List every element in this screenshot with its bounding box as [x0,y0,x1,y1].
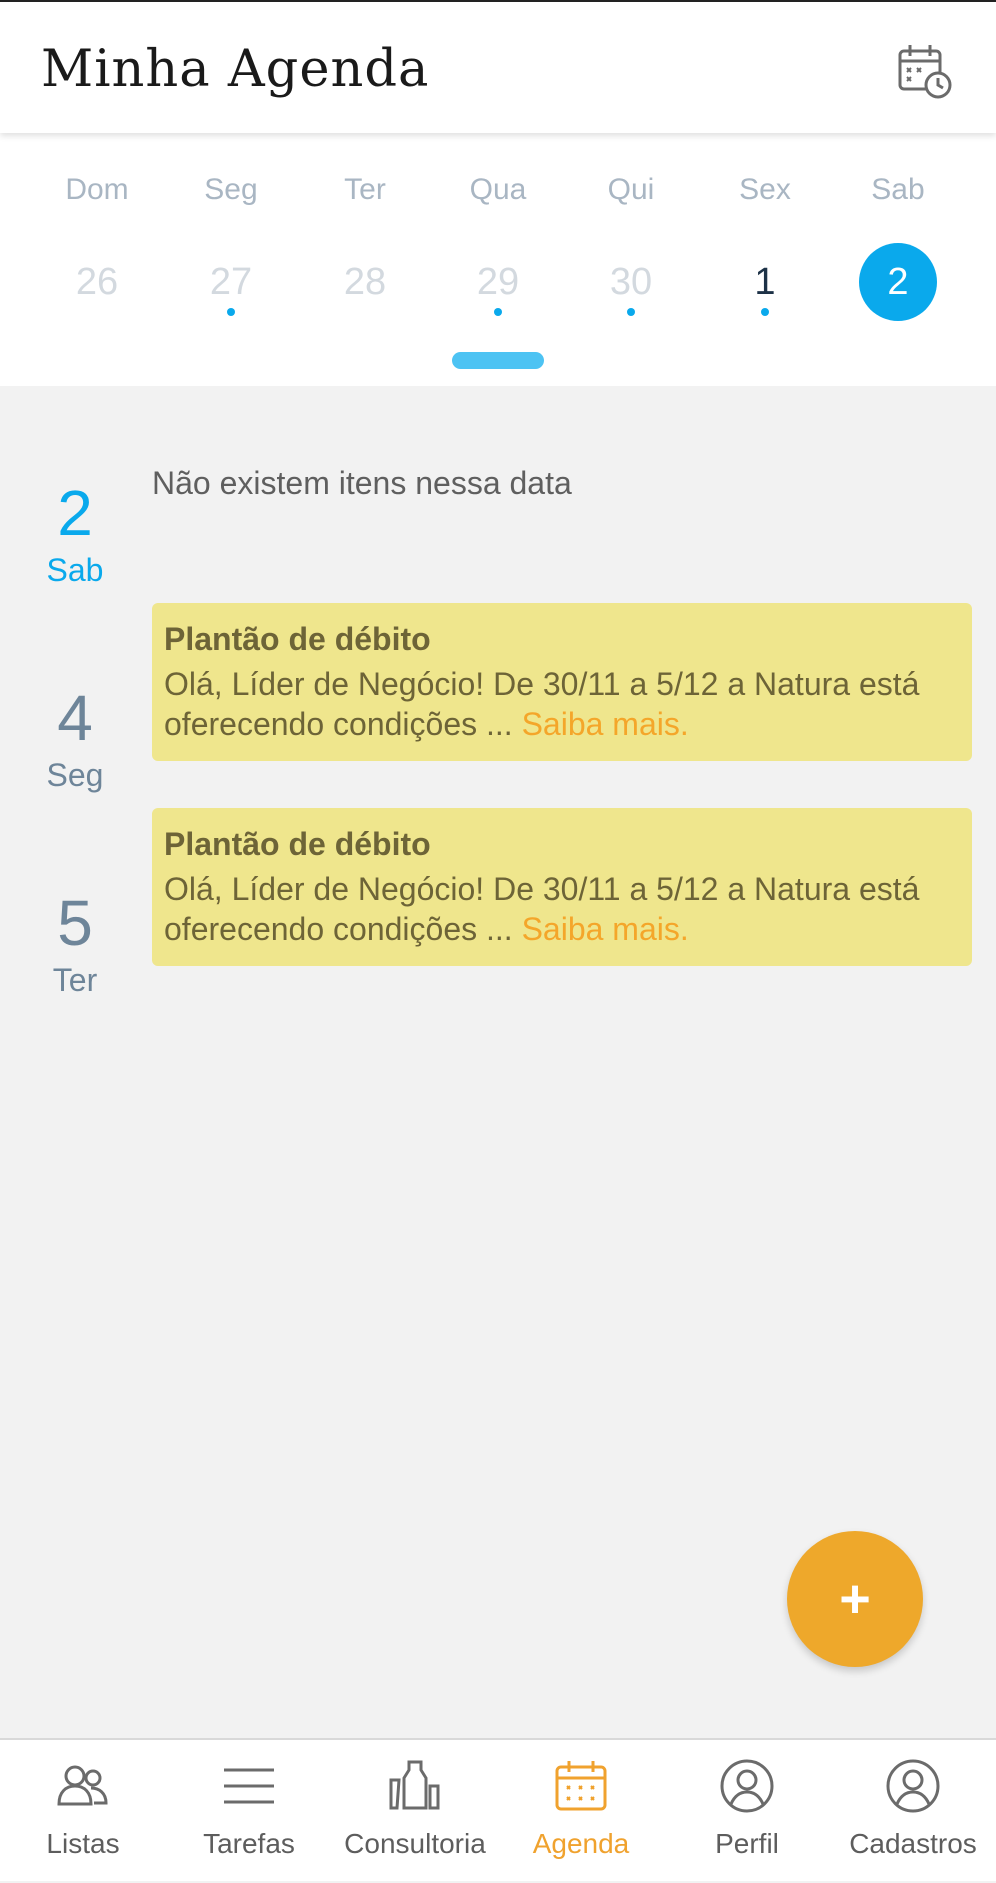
calendar-icon [555,1761,607,1811]
agenda-card[interactable]: Plantão de débito Olá, Líder de Negócio!… [152,603,972,761]
card-body: Olá, Líder de Negócio! De 30/11 a 5/12 a… [164,869,960,949]
selected-day-number[interactable]: 2 [859,243,937,321]
day-name: Sex [739,173,791,206]
nav-item-consultoria[interactable]: Consultoria [332,1740,498,1883]
agenda-date-number: 5 [57,887,93,959]
agenda-date-weekday: Sab [46,552,104,588]
list-icon [224,1768,274,1804]
day-name: Qua [469,173,527,206]
nav-label: Cadastros [849,1828,977,1859]
card-body: Olá, Líder de Negócio! De 30/11 a 5/12 a… [164,664,960,744]
nav-label: Perfil [715,1828,779,1859]
nav-item-agenda[interactable]: Agenda [498,1740,664,1883]
agenda-date-weekday: Ter [52,962,98,998]
week-strip: Dom 26 Seg 27 Ter 28 Qua 29 Qui 30 Sex 1… [0,133,996,386]
agenda-date-number: 4 [57,682,93,754]
nav-item-tarefas[interactable]: Tarefas [166,1740,332,1883]
event-dot [627,308,635,316]
empty-message: Não existem itens nessa data [152,465,572,501]
card-title: Plantão de débito [164,826,431,862]
agenda-date: 4 Seg [0,685,150,794]
bottom-nav: Listas Tarefas Consultoria Agenda Perfil [0,1738,996,1881]
nav-label: Consultoria [344,1828,486,1859]
event-dot [494,308,502,316]
people-icon [57,1765,108,1806]
saiba-mais-link[interactable]: Saiba mais. [522,706,689,742]
calendar-clock-icon[interactable] [896,42,954,100]
event-dot [227,308,235,316]
day-name: Sab [871,173,925,206]
agenda-date: 5 Ter [0,890,150,999]
nav-label: Agenda [532,1828,630,1859]
agenda-date-weekday: Seg [46,757,104,793]
day-name: Dom [65,173,129,206]
agenda-card[interactable]: Plantão de débito Olá, Líder de Negócio!… [152,808,972,966]
nav-item-listas[interactable]: Listas [0,1740,166,1883]
agenda-date: 2 Sab [0,480,150,589]
add-button[interactable]: + [787,1531,923,1667]
expand-handle[interactable] [452,352,544,369]
nav-item-cadastros[interactable]: Cadastros [830,1740,996,1883]
saiba-mais-link[interactable]: Saiba mais. [522,911,689,947]
user-circle-icon [720,1759,774,1813]
card-title: Plantão de débito [164,621,431,657]
day-number[interactable]: 28 [326,243,404,321]
day-name: Qui [607,173,655,206]
products-icon [389,1760,440,1810]
event-dot [761,308,769,316]
user-circle-icon [886,1759,940,1813]
day-number[interactable]: 26 [58,243,136,321]
top-app-bar: Minha Agenda [0,0,996,133]
page-title: Minha Agenda [41,40,430,99]
agenda-date-number: 2 [57,477,93,549]
nav-label: Listas [46,1828,120,1859]
nav-label: Tarefas [203,1828,295,1859]
day-name: Seg [204,173,258,206]
nav-item-perfil[interactable]: Perfil [664,1740,830,1883]
day-name: Ter [344,173,386,206]
